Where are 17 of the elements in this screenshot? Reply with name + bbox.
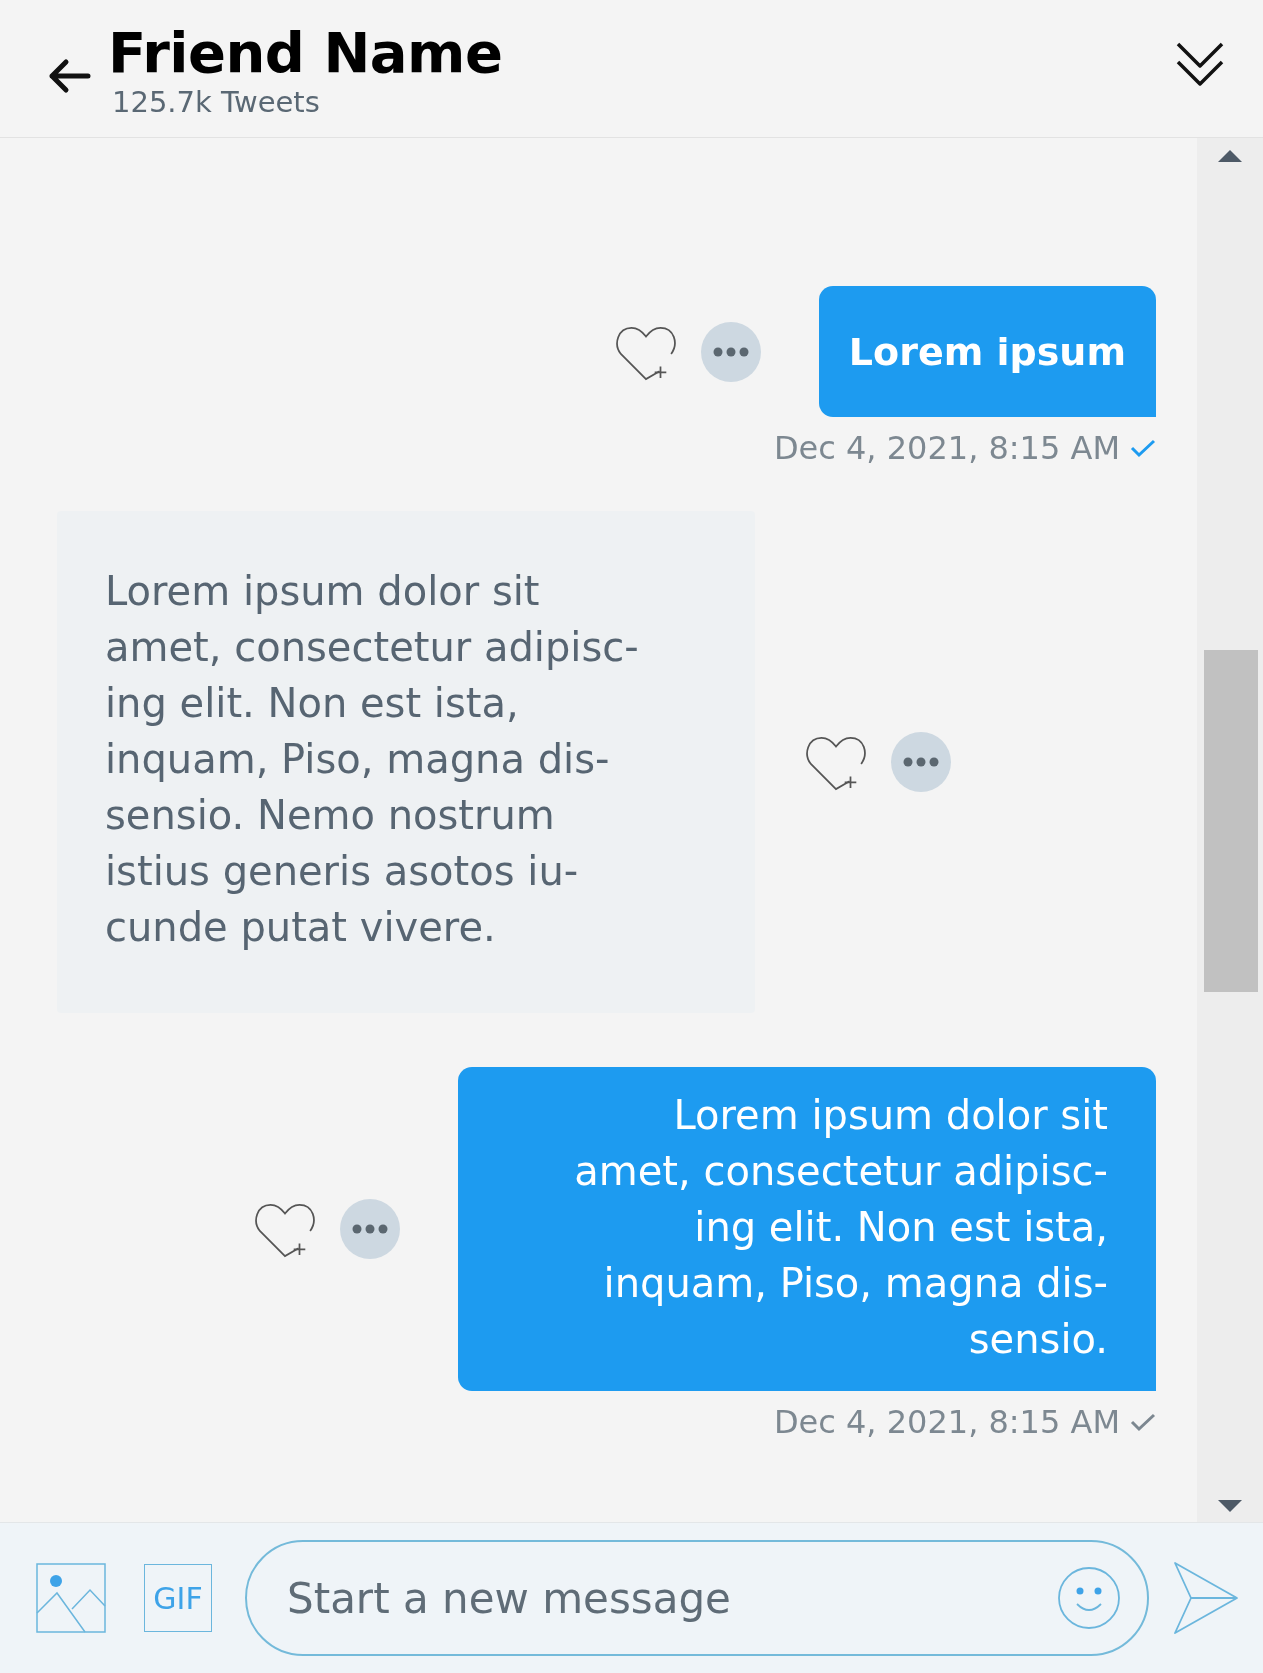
more-options-icon[interactable] xyxy=(700,321,761,382)
scroll-up-arrow-icon[interactable] xyxy=(1218,150,1242,162)
more-options-icon[interactable] xyxy=(340,1199,400,1259)
scrollbar[interactable] xyxy=(1197,138,1263,1522)
message-bubble: Lorem ipsum dolor sit amet, consectetur adipisc- ing elit. Non est ista, inquam, Piso, magna dis- sensio. Nemo nostrum istius generis asotos iu- cunde putat vivere. xyxy=(57,511,755,1013)
message-bubble: Lorem ipsum dolor sit amet, consectetur adipisc- ing elit. Non est ista, inquam, Piso, magna dis- sensio. xyxy=(458,1067,1156,1391)
message-bubble: Lorem ipsum xyxy=(818,286,1156,417)
more-options-icon[interactable] xyxy=(891,732,951,792)
gif-button[interactable]: GIF xyxy=(144,1564,212,1632)
scrollbar-thumb[interactable] xyxy=(1204,650,1258,992)
tweet-count: 125.7k Tweets xyxy=(112,84,321,119)
message-input[interactable]: Start a new message xyxy=(245,1540,1149,1656)
message-timestamp: Dec 4, 2021, 8:15 AM xyxy=(773,429,1120,467)
double-chevron-down-icon[interactable] xyxy=(1175,40,1225,87)
contact-name: Friend Name xyxy=(108,20,504,85)
scroll-down-arrow-icon[interactable] xyxy=(1218,1500,1242,1512)
message-timestamp: Dec 4, 2021, 8:15 AM xyxy=(773,1403,1120,1441)
